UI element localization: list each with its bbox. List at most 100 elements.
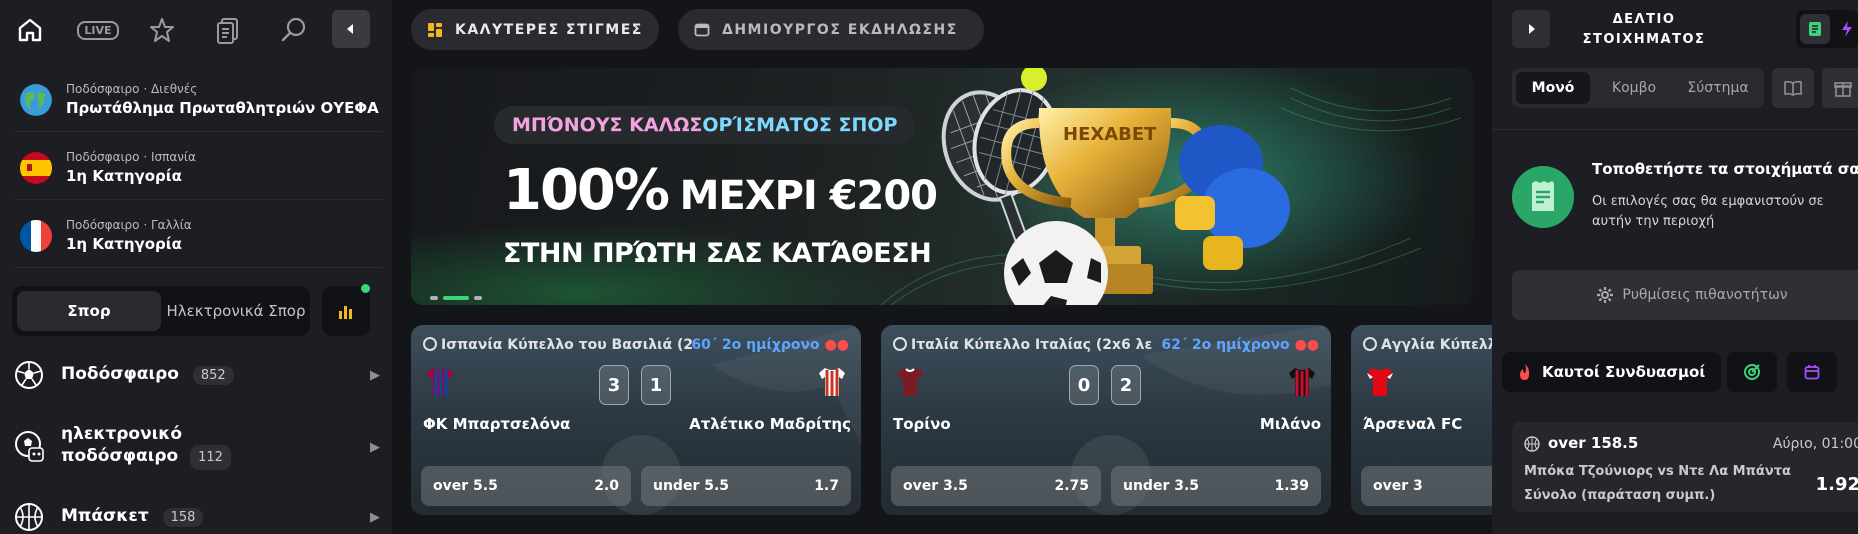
france-flag-icon (20, 220, 52, 252)
empty-betslip-subtitle: Οι επιλογές σας θα εμφανιστούν σε αυτήν … (1592, 194, 1824, 229)
hot-combos-button[interactable]: Καυτοί Συνδυασμοί (1502, 352, 1722, 392)
home-team: ΦΚ Μπαρτσελόνα (423, 415, 571, 433)
bar-chart-icon (339, 306, 352, 319)
betslip-title: ΔΕΛΤΙΟ ΣΤΟΙΧΗΜΑΤΟΣ (1554, 10, 1734, 50)
stats-button[interactable] (322, 284, 370, 336)
sport-label: Ποδόσφαιρο (61, 364, 179, 384)
hot-combos-label: Καυτοί Συνδυασμοί (1542, 363, 1706, 381)
star-icon[interactable] (144, 12, 180, 48)
bet-type-tabs: Μονό Κομβο Σύστημα (1512, 68, 1764, 108)
competition-region: Ποδόσφαιρο · Ισπανία (66, 150, 196, 164)
sport-count-badge: 158 (162, 508, 204, 527)
betslip-title-line2: ΣΤΟΙΧΗΜΑΤΟΣ (1582, 32, 1706, 47)
competition-region: Ποδόσφαιρο · Γαλλία (66, 218, 192, 232)
bet-market: Σύνολο (παράταση συμπ.) (1524, 488, 1716, 503)
bet-selection: over 158.5 (1548, 434, 1639, 452)
tab-esports[interactable]: Ηλεκτρονικά Σπορ (164, 291, 308, 331)
match-card[interactable]: Ισπανία Κύπελλο του Βασιλιά (2 60΄ 2ο ημ… (411, 325, 861, 515)
home-shirt-icon (893, 365, 927, 403)
expand-betslip-button[interactable] (1512, 10, 1550, 48)
collapse-sidebar-button[interactable] (332, 10, 370, 48)
list-icon[interactable] (1800, 14, 1830, 44)
promo-headline-rest: ΜΕΧΡΙ €200 (679, 173, 938, 219)
live-icon[interactable]: LIVE (76, 12, 120, 48)
empty-betslip-title: Τοποθετήστε τα στοιχήματά σας (1592, 160, 1858, 178)
competition-item[interactable]: Ποδόσφαιρο · Ισπανία 1η Κατηγορία (14, 134, 382, 200)
odd-button[interactable]: under 3.5 1.39 (1111, 466, 1321, 506)
bet-odd[interactable]: 1.92 (1816, 474, 1858, 495)
spain-flag-icon (20, 152, 52, 184)
highlights-button[interactable]: ΚΑΛΥΤΕΡΕΣ ΣΤΙΓΜΕΣ (411, 9, 659, 50)
competition-name: Πρωτάθλημα Πρωταθλητριών ΟΥΕΦΑ (66, 99, 379, 117)
away-score: 1 (641, 365, 671, 405)
sport-label-line2: ποδόσφαιρο (61, 446, 179, 466)
top-nav: LIVE (0, 0, 392, 58)
odd-button[interactable]: under 5.5 1.7 (641, 466, 851, 506)
chevron-right-icon: ▶ (370, 510, 380, 525)
soccer-ball-icon (14, 360, 44, 394)
gift-button[interactable] (1822, 68, 1858, 108)
competition-name: 1η Κατηγορία (66, 235, 182, 253)
home-shirt-icon (423, 365, 457, 403)
live-indicator-icon: ●● (824, 337, 849, 353)
bet-date: Αύριο, 01:00 (1772, 436, 1858, 452)
promo-subline: ΣΤΗΝ ΠΡΏΤΗ ΣΑΣ ΚΑΤΆΘΕΣΗ (503, 238, 932, 269)
match-league: Αγγλία Κύπελλ (1363, 337, 1497, 353)
search-icon[interactable] (276, 12, 312, 48)
tab-single[interactable]: Μονό (1516, 72, 1590, 104)
match-time-label: 60΄ 2ο ημίχρονο (691, 337, 820, 353)
suggested-bet-card[interactable]: over 158.5 Αύριο, 01:00 Μπόκα Τζούνιορς … (1512, 422, 1858, 512)
odds-settings-button[interactable]: Ρυθμίσεις πιθανοτήτων (1512, 270, 1858, 320)
sport-count-badge: 112 (190, 445, 231, 470)
globe-icon (1363, 337, 1377, 351)
target-icon (1744, 364, 1760, 380)
odd-label: over 5.5 (433, 478, 498, 494)
gear-icon (1597, 287, 1614, 303)
carousel-dot[interactable] (474, 295, 482, 300)
away-shirt-icon (1285, 365, 1319, 403)
match-time: 60΄ 2ο ημίχρονο ●● (691, 337, 849, 353)
odd-button[interactable]: over 5.5 2.0 (421, 466, 631, 506)
home-icon[interactable] (12, 12, 48, 48)
home-score: 3 (599, 365, 629, 405)
promo-tag-part1: ΜΠΌΝΟΥΣ ΚΑΛΩΣ (512, 114, 703, 136)
carousel-dots[interactable] (430, 287, 487, 305)
sport-item-football[interactable]: Ποδόσφαιρο 852 ▶ (14, 360, 380, 392)
odd-button[interactable]: over 3.5 2.75 (891, 466, 1101, 506)
empty-betslip-icon (1512, 166, 1574, 228)
tab-sports[interactable]: Σπορ (17, 291, 161, 331)
betslip-mode-toggle[interactable] (1796, 10, 1858, 48)
competition-item[interactable]: Ποδόσφαιρο · Γαλλία 1η Κατηγορία (14, 202, 382, 268)
promo-banner[interactable]: HEXABET ΜΠΌΝΟΥΣ ΚΑΛΩΣ ΟΡΊΣΜΑΤΟΣ ΣΠΟΡ 100… (411, 68, 1473, 305)
match-league: Ισπανία Κύπελλο του Βασιλιά (2 (423, 337, 693, 353)
tab-combo[interactable]: Κομβο (1594, 72, 1674, 104)
sport-item-basketball[interactable]: Μπάσκετ 158 ▶ (14, 500, 380, 532)
left-sidebar: LIVE Ποδόσφαιρο · Διεθνές Πρωτάθλημα Πρω… (0, 0, 392, 534)
match-league: Ιταλία Κύπελλο Ιταλίας (2x6 λε (893, 337, 1152, 353)
sport-item-esoccer[interactable]: ηλεκτρονικό ποδόσφαιρο 112 ▶ (14, 424, 380, 470)
sport-label: Μπάσκετ (61, 506, 149, 526)
betslip-title-line1: ΔΕΛΤΙΟ (1612, 12, 1676, 27)
sports-segment-control: Σπορ Ηλεκτρονικά Σπορ (12, 286, 310, 336)
highlights-label: ΚΑΛΥΤΕΡΕΣ ΣΤΙΓΜΕΣ (455, 21, 643, 38)
target-button[interactable] (1727, 352, 1777, 392)
basketball-small-icon (1524, 436, 1540, 456)
book-button[interactable] (1772, 68, 1814, 108)
match-card[interactable]: Ιταλία Κύπελλο Ιταλίας (2x6 λε 62΄ 2ο ημ… (881, 325, 1331, 515)
calendar-button[interactable] (1787, 352, 1837, 392)
away-team: Ατλέτικο Μαδρίτης (689, 415, 851, 433)
carousel-dot[interactable] (430, 295, 438, 300)
betslip-panel: ΔΕΛΤΙΟ ΣΤΟΙΧΗΜΑΤΟΣ Μονό Κομβο Σύστημα Το… (1492, 0, 1858, 534)
odd-value: 2.0 (594, 478, 619, 494)
tab-system[interactable]: Σύστημα (1676, 72, 1760, 104)
live-indicator-icon: ●● (1294, 337, 1319, 353)
betslip-history-icon[interactable] (210, 12, 246, 48)
competition-item[interactable]: Ποδόσφαιρο · Διεθνές Πρωτάθλημα Πρωταθλη… (14, 66, 382, 132)
globe-icon (893, 337, 907, 351)
bet-builder-button[interactable]: ΔΗΜΙΟΥΡΓΟΣ ΕΚΔΗΛΩΣΗΣ (678, 9, 984, 50)
match-time: 62΄ 2ο ημίχρονο ●● (1161, 337, 1319, 353)
calendar-icon (1804, 365, 1820, 380)
fire-icon (1520, 364, 1530, 380)
carousel-dot-active[interactable] (443, 295, 469, 300)
basketball-icon (14, 502, 44, 534)
